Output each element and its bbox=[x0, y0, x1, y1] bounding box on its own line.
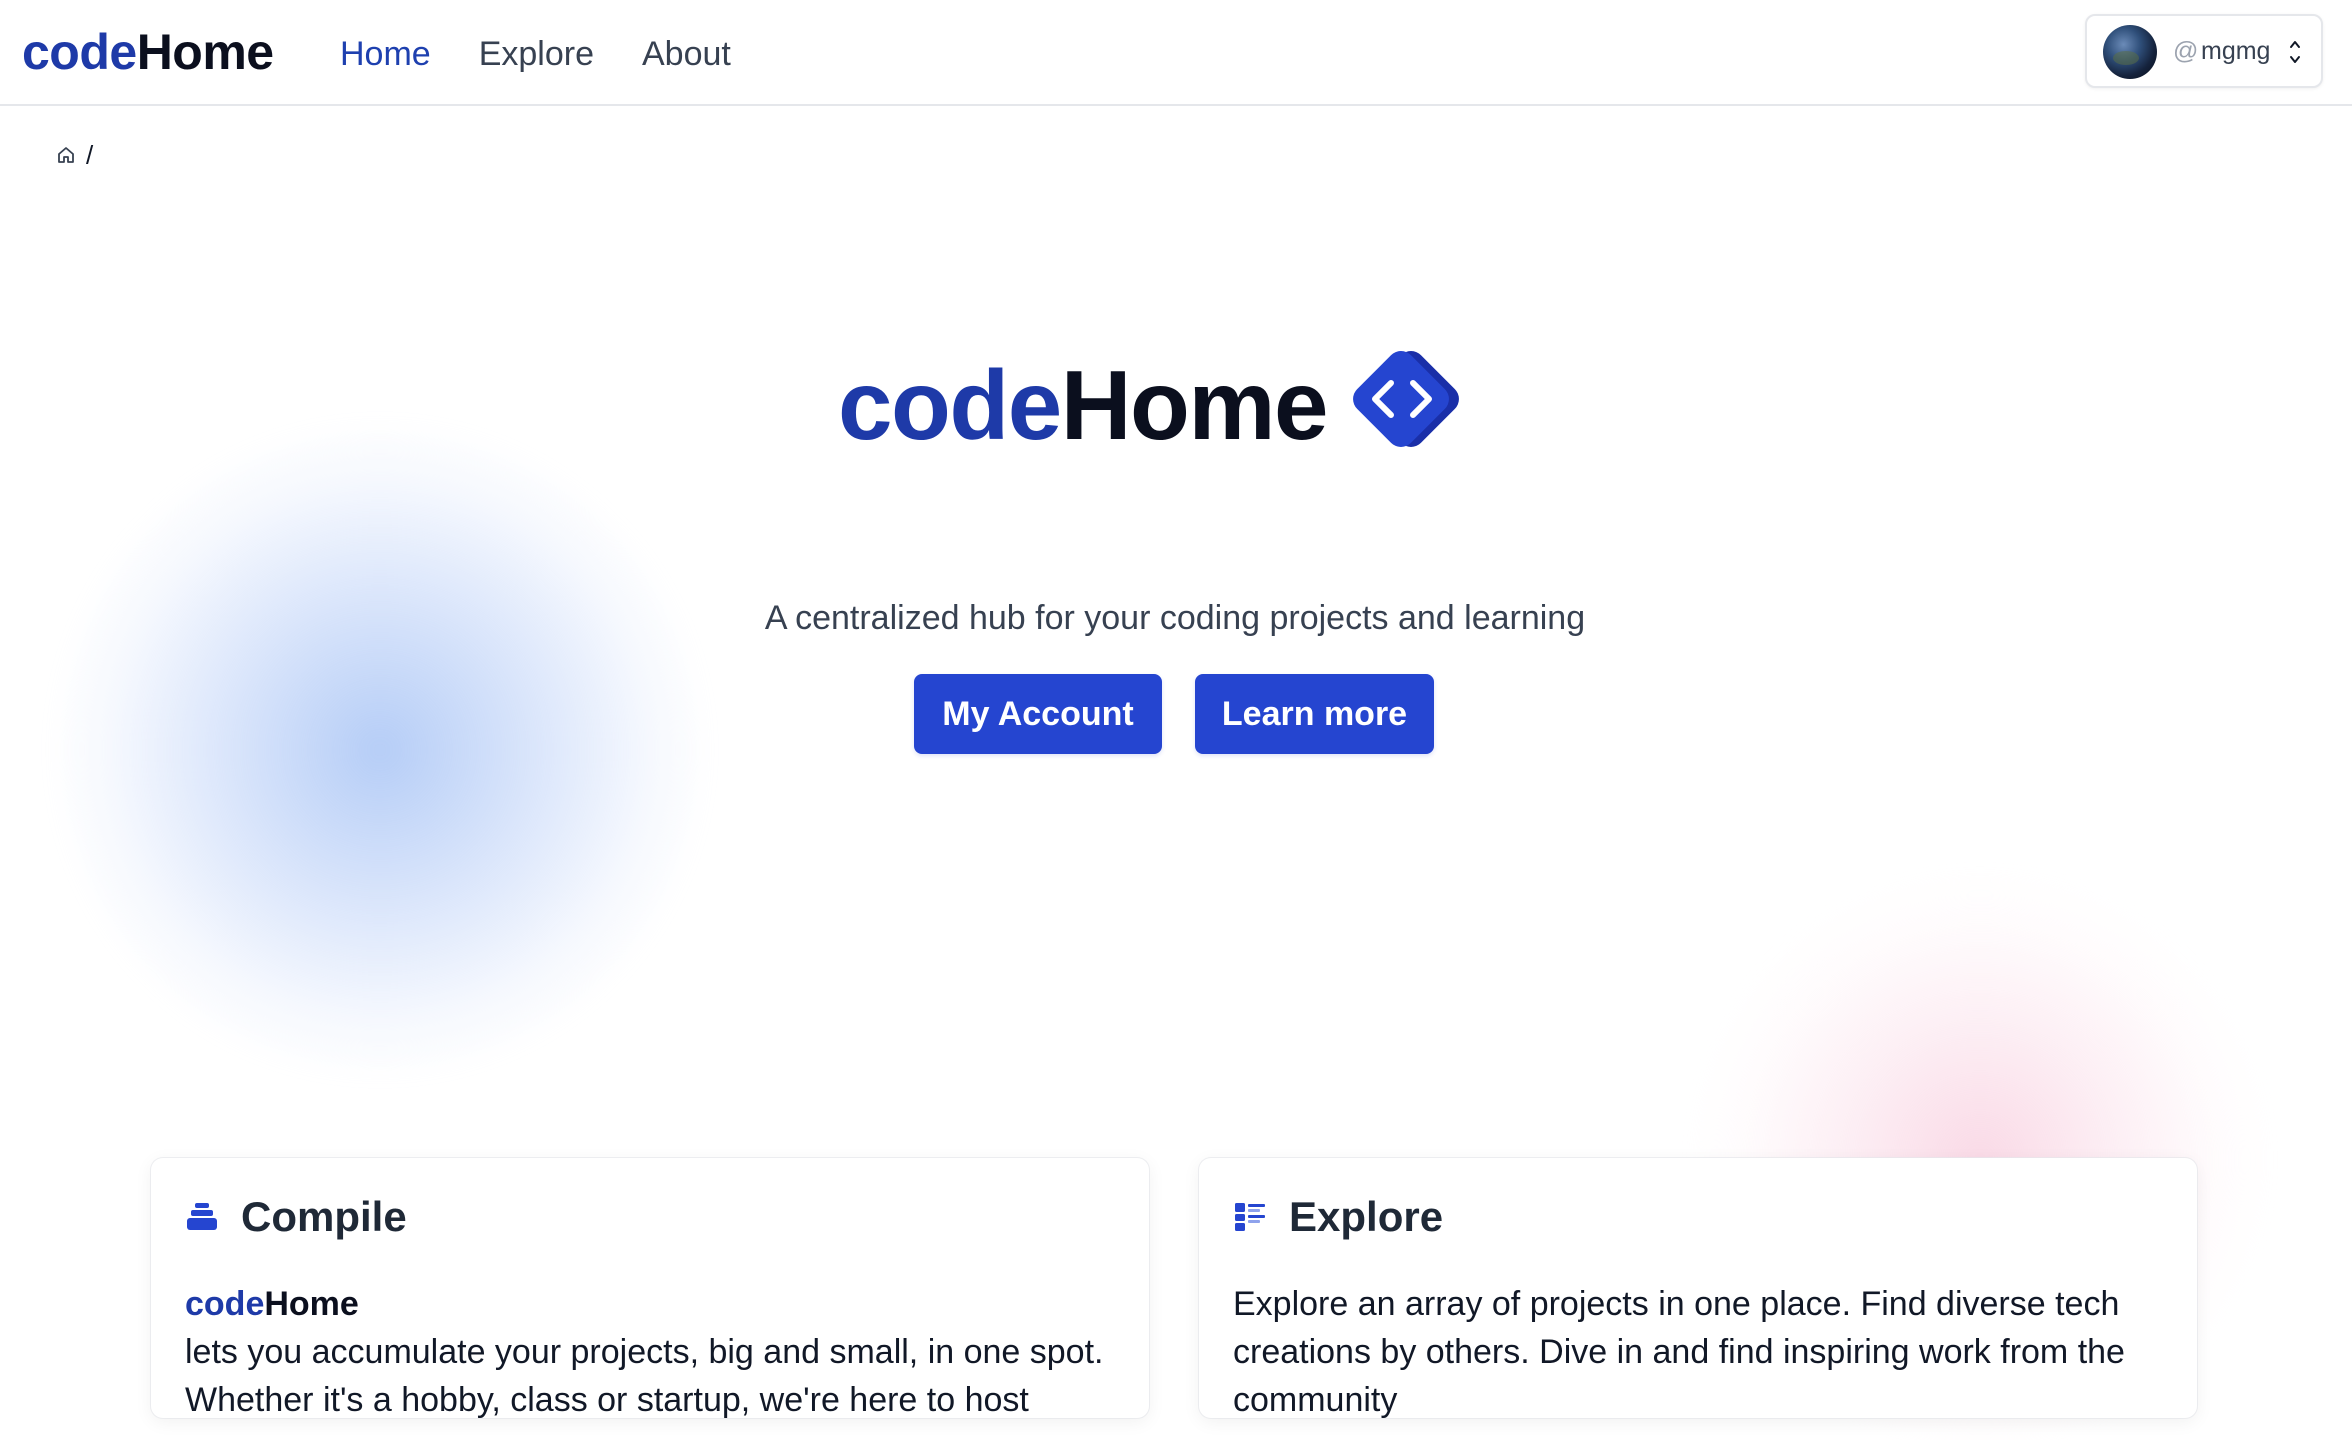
explore-card-text: Explore an array of projects in one plac… bbox=[1233, 1285, 2125, 1418]
code-diamond-icon bbox=[1353, 351, 1459, 447]
learn-more-button[interactable]: Learn more bbox=[1195, 674, 1434, 754]
compile-brand-home: Home bbox=[264, 1285, 359, 1323]
breadcrumb-separator: / bbox=[86, 140, 94, 170]
explore-card-body: Explore an array of projects in one plac… bbox=[1233, 1280, 2173, 1418]
chevron-up-down-icon bbox=[2290, 41, 2300, 63]
brand-logo[interactable]: codeHome bbox=[22, 22, 274, 82]
background-blue-glow bbox=[60, 430, 700, 1070]
compile-card-title: Compile bbox=[241, 1193, 407, 1240]
layers-stack-icon bbox=[187, 1203, 217, 1230]
brand-code-text: code bbox=[22, 24, 137, 80]
nav-item-home[interactable]: Home bbox=[340, 32, 431, 76]
list-grid-icon bbox=[1235, 1203, 1265, 1231]
user-menu-button[interactable]: @ mgmg bbox=[2085, 14, 2323, 88]
my-account-button[interactable]: My Account bbox=[914, 674, 1162, 754]
hero-brand: codeHome bbox=[838, 350, 1329, 460]
breadcrumb: / bbox=[56, 140, 93, 170]
avatar bbox=[2103, 25, 2157, 79]
compile-card: Compile codeHome lets you accumulate you… bbox=[151, 1158, 1149, 1418]
compile-brand-code: code bbox=[185, 1285, 265, 1323]
compile-card-brand: codeHome bbox=[185, 1280, 1125, 1328]
user-name: mgmg bbox=[2201, 37, 2271, 65]
top-navbar: codeHome Home Explore About @ mgmg bbox=[0, 0, 2352, 106]
explore-card-header: Explore bbox=[1233, 1192, 1443, 1242]
hero-brand-home: Home bbox=[1060, 350, 1329, 460]
hero-logo: codeHome bbox=[838, 340, 1475, 470]
brand-home-text: Home bbox=[136, 24, 274, 80]
user-at-symbol: @ bbox=[2173, 37, 2199, 65]
nav-item-about[interactable]: About bbox=[642, 32, 731, 76]
compile-card-body: codeHome lets you accumulate your projec… bbox=[185, 1280, 1125, 1418]
nav-item-explore[interactable]: Explore bbox=[479, 32, 594, 76]
hero-brand-code: code bbox=[838, 350, 1062, 460]
compile-card-header: Compile bbox=[185, 1192, 407, 1242]
explore-card: Explore Explore an array of projects in … bbox=[1199, 1158, 2197, 1418]
explore-card-title: Explore bbox=[1289, 1193, 1444, 1240]
compile-card-text: lets you accumulate your projects, big a… bbox=[185, 1333, 1104, 1418]
home-icon[interactable] bbox=[56, 145, 76, 165]
hero-tagline-text: A centralized hub for your coding projec… bbox=[764, 599, 1586, 637]
main-nav: Home Explore About bbox=[340, 32, 779, 76]
hero-tagline: A centralized hub for your coding projec… bbox=[0, 596, 2352, 640]
